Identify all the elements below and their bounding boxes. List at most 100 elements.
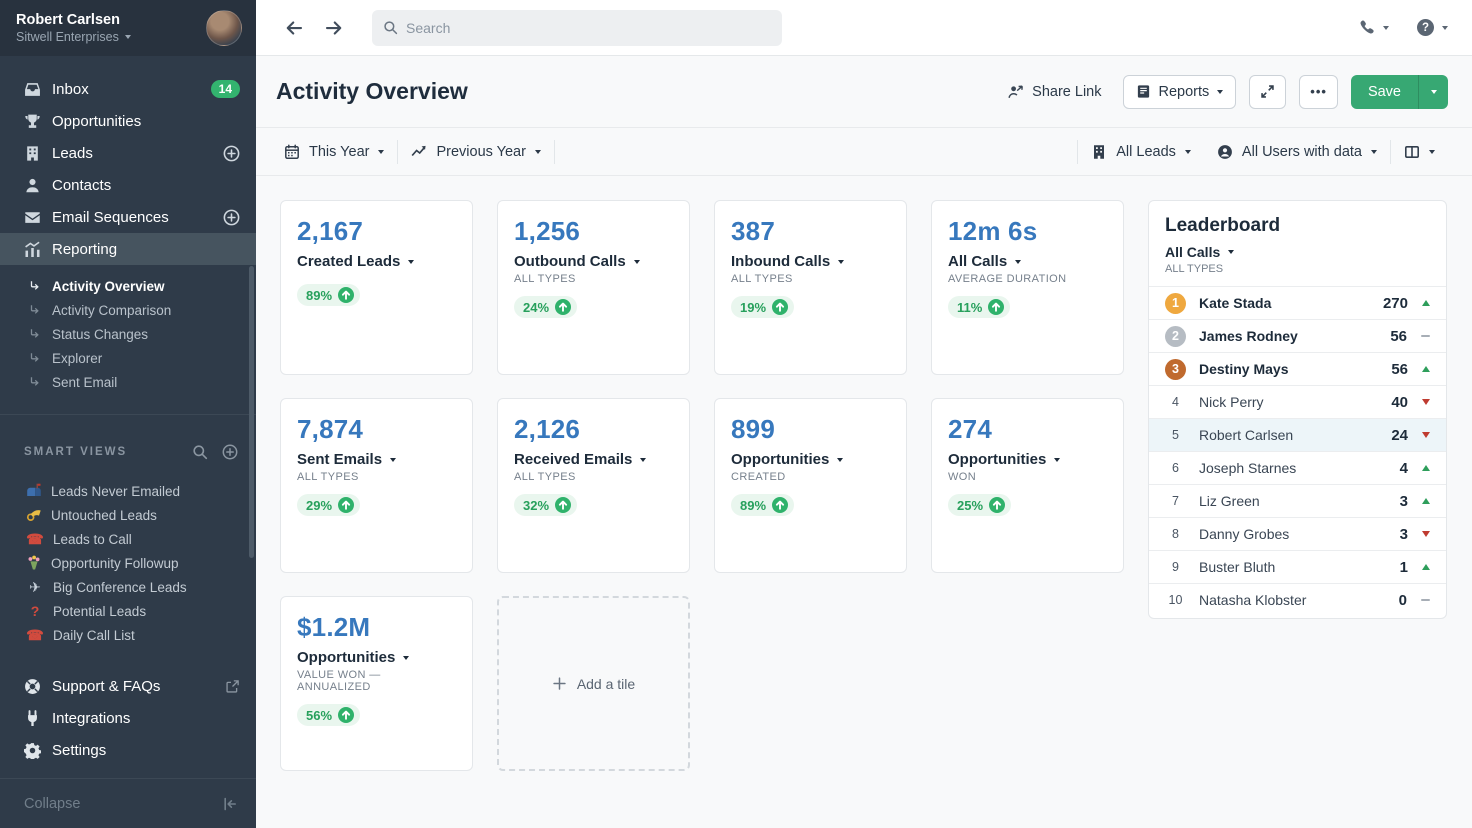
metric-selector[interactable]: Received Emails <box>514 451 673 468</box>
filter-label: This Year <box>309 144 369 160</box>
sidebar-item-label: Contacts <box>52 177 240 194</box>
subitem-label: Explorer <box>52 351 102 366</box>
avatar[interactable] <box>206 10 242 46</box>
add-lead-icon[interactable] <box>223 145 240 162</box>
sidebar-item-leads[interactable]: Leads <box>0 137 256 169</box>
leaderboard-row[interactable]: 7 Liz Green 3 <box>1149 484 1446 517</box>
sidebar-item-settings[interactable]: Settings <box>0 734 256 766</box>
add-tile-button[interactable]: Add a tile <box>497 596 690 771</box>
smart-view-big-conference-leads[interactable]: ✈ Big Conference Leads <box>0 575 256 599</box>
more-actions-button[interactable]: ••• <box>1299 75 1338 109</box>
metric-selector[interactable]: Sent Emails <box>297 451 456 468</box>
chevron-down-icon <box>125 35 131 39</box>
leaderboard-row[interactable]: 10 Natasha Klobster 0 <box>1149 583 1446 616</box>
collapse-sidebar-button[interactable]: Collapse <box>0 778 256 828</box>
leaderboard-row[interactable]: 3 Destiny Mays 56 <box>1149 352 1446 385</box>
metric-selector[interactable]: Outbound Calls <box>514 253 673 270</box>
collapse-icon <box>222 796 238 812</box>
smart-view-leads-never-emailed[interactable]: Leads Never Emailed <box>0 479 256 503</box>
users-filter[interactable]: All Users with data <box>1204 144 1390 160</box>
metric-selector[interactable]: Inbound Calls <box>731 253 890 270</box>
chevron-down-icon <box>408 260 414 264</box>
sidebar-scrollbar[interactable] <box>249 266 254 558</box>
trend-down-icon <box>1422 432 1430 438</box>
sidebar-item-inbox[interactable]: Inbox 14 <box>0 73 256 105</box>
layout-columns-button[interactable] <box>1391 144 1448 160</box>
save-dropdown-button[interactable] <box>1418 75 1448 109</box>
add-sequence-icon[interactable] <box>223 209 240 226</box>
page-header: Activity Overview Share Link Reports •••… <box>256 56 1472 128</box>
smart-view-potential-leads[interactable]: ? Potential Leads <box>0 599 256 623</box>
smart-view-opportunity-followup[interactable]: Opportunity Followup <box>0 551 256 575</box>
leaderboard-row-current-user[interactable]: 5 Robert Carlsen 24 <box>1149 418 1446 451</box>
metric-selector[interactable]: Opportunities <box>731 451 890 468</box>
share-link-button[interactable]: Share Link <box>1008 84 1101 100</box>
metric-selector[interactable]: Opportunities <box>297 649 456 666</box>
leaderboard-row[interactable]: 9 Buster Bluth 1 <box>1149 550 1446 583</box>
metric-subtitle: CREATED <box>731 471 890 483</box>
sidebar-subitem-sent-email[interactable]: Sent Email <box>0 370 256 394</box>
trend-up-icon <box>1422 300 1430 306</box>
smart-view-leads-to-call[interactable]: ☎ Leads to Call <box>0 527 256 551</box>
filter-bar: This Year Previous Year All Leads All Us… <box>256 128 1472 176</box>
add-smart-view-icon[interactable] <box>222 444 238 460</box>
comparison-filter[interactable]: Previous Year <box>398 144 553 160</box>
date-range-filter[interactable]: This Year <box>276 144 397 160</box>
sidebar-subitem-status-changes[interactable]: Status Changes <box>0 322 256 346</box>
chevron-down-icon <box>1054 458 1060 462</box>
org-name[interactable]: Sitwell Enterprises <box>16 30 206 44</box>
metric-value: 12m 6s <box>948 216 1107 247</box>
help-menu[interactable]: ? <box>1417 19 1448 36</box>
leaderboard-value: 3 <box>1400 493 1408 510</box>
chevron-down-icon <box>390 458 396 462</box>
metric-selector[interactable]: Opportunities <box>948 451 1107 468</box>
up-arrow-icon <box>555 299 571 315</box>
sidebar-item-label: Email Sequences <box>52 209 212 226</box>
leaderboard-metric-selector[interactable]: All Calls <box>1165 244 1430 260</box>
search-input[interactable] <box>406 20 771 36</box>
leaderboard-header: Leaderboard All Calls ALL TYPES <box>1149 215 1446 286</box>
metric-subtitle: VALUE WON — ANNUALIZED <box>297 669 456 693</box>
rank-badge: 3 <box>1165 359 1186 380</box>
leaderboard-row[interactable]: 4 Nick Perry 40 <box>1149 385 1446 418</box>
sidebar-item-email-sequences[interactable]: Email Sequences <box>0 201 256 233</box>
rank-badge: 1 <box>1165 293 1186 314</box>
chevron-down-icon <box>1217 90 1223 94</box>
smart-view-untouched-leads[interactable]: Untouched Leads <box>0 503 256 527</box>
sidebar-item-support[interactable]: Support & FAQs <box>0 670 256 702</box>
chevron-down-icon <box>1371 150 1377 154</box>
sidebar-item-integrations[interactable]: Integrations <box>0 702 256 734</box>
search-icon[interactable] <box>192 444 208 460</box>
sidebar-subitem-activity-comparison[interactable]: Activity Comparison <box>0 298 256 322</box>
leads-filter[interactable]: All Leads <box>1078 144 1204 160</box>
leaderboard-row[interactable]: 2 James Rodney 56 <box>1149 319 1446 352</box>
delta-badge: 56% <box>297 704 360 726</box>
fullscreen-button[interactable] <box>1249 75 1286 109</box>
sidebar-subitem-explorer[interactable]: Explorer <box>0 346 256 370</box>
plug-icon <box>24 710 41 727</box>
sidebar-subitem-activity-overview[interactable]: Activity Overview <box>0 274 256 298</box>
leaderboard-row[interactable]: 1 Kate Stada 270 <box>1149 286 1446 319</box>
sidebar-item-contacts[interactable]: Contacts <box>0 169 256 201</box>
forward-icon[interactable] <box>324 18 344 38</box>
reports-button[interactable]: Reports <box>1123 75 1237 109</box>
smart-view-daily-call-list[interactable]: ☎ Daily Call List <box>0 623 256 647</box>
metric-selector[interactable]: Created Leads <box>297 253 456 270</box>
tile-opportunities-won: 274 Opportunities WON 25% <box>931 398 1124 573</box>
trend-up-icon <box>1422 366 1430 372</box>
metric-selector[interactable]: All Calls <box>948 253 1107 270</box>
leaderboard-row[interactable]: 8 Danny Grobes 3 <box>1149 517 1446 550</box>
chevron-down-icon <box>535 150 541 154</box>
back-icon[interactable] <box>284 18 304 38</box>
leaderboard-name: Destiny Mays <box>1199 361 1378 377</box>
leaderboard-subtitle: ALL TYPES <box>1165 263 1430 286</box>
account-switcher[interactable]: Robert Carlsen Sitwell Enterprises <box>0 0 256 56</box>
sidebar-item-opportunities[interactable]: Opportunities <box>0 105 256 137</box>
leaderboard-row[interactable]: 6 Joseph Starnes 4 <box>1149 451 1446 484</box>
metric-subtitle: ALL TYPES <box>514 273 673 285</box>
sidebar-item-reporting[interactable]: Reporting <box>0 233 256 265</box>
phone-menu[interactable] <box>1358 19 1389 36</box>
metric-subtitle: ALL TYPES <box>514 471 673 483</box>
search-box[interactable] <box>372 10 782 46</box>
save-button[interactable]: Save <box>1351 75 1418 109</box>
